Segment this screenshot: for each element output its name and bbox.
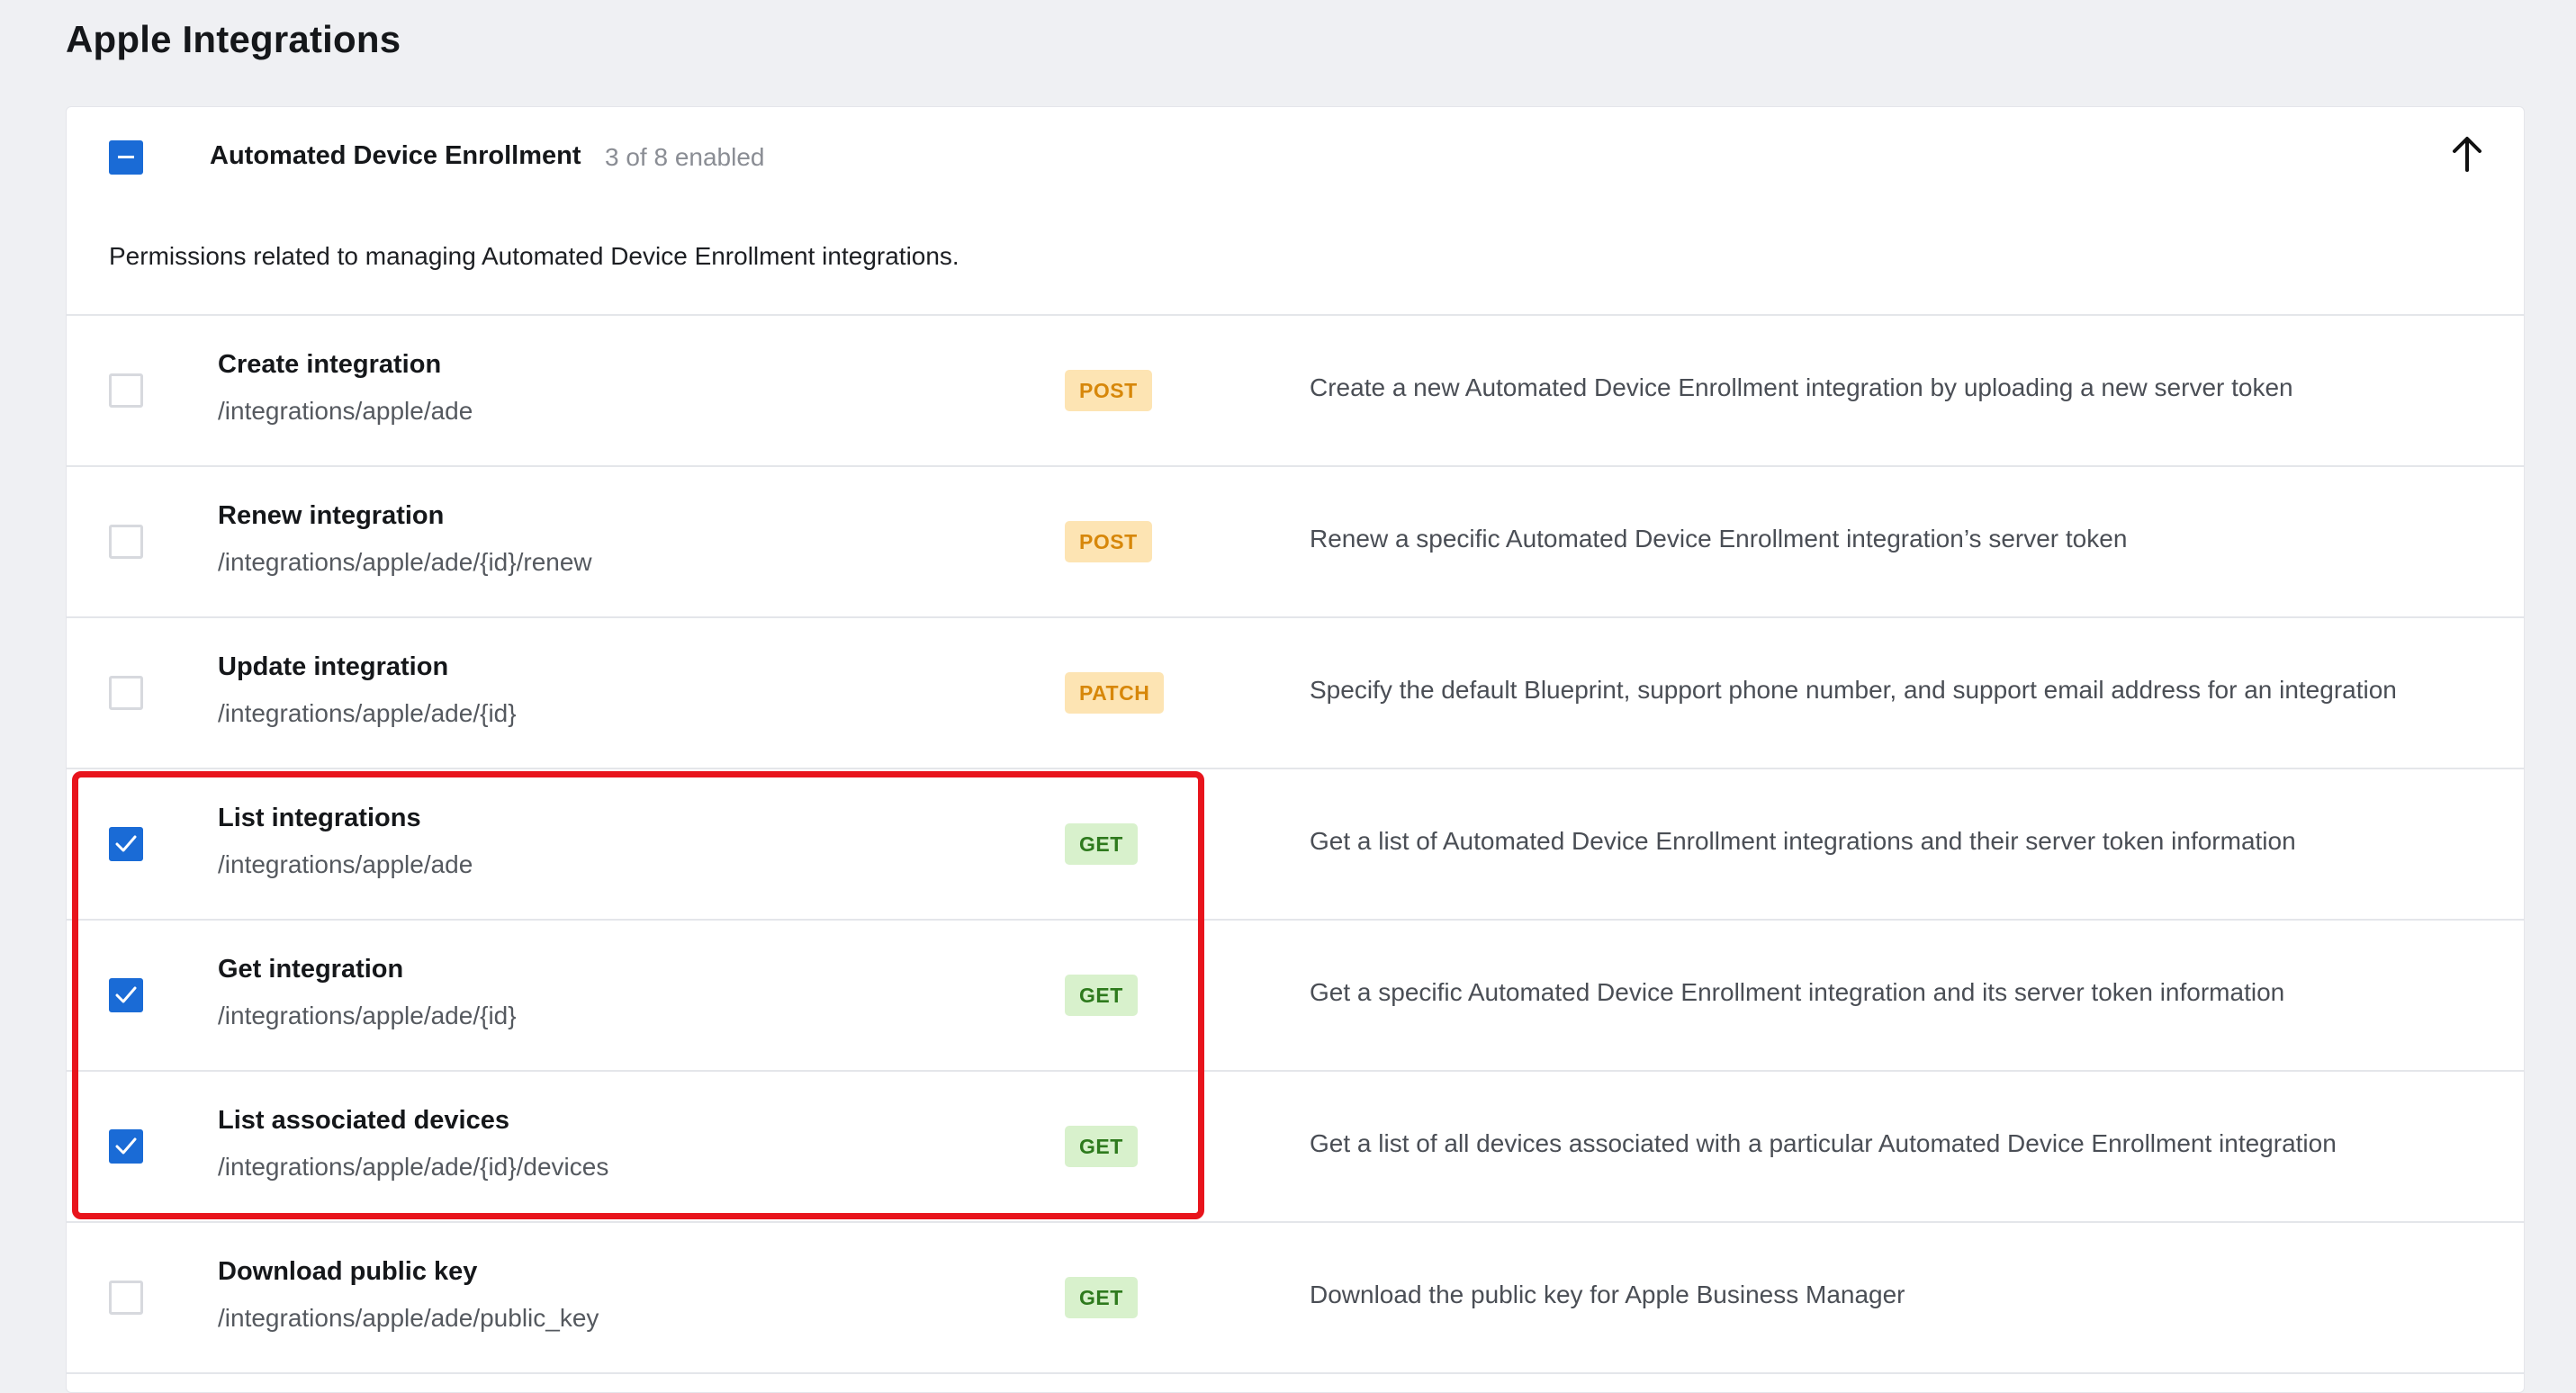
permission-endpoint-path: /integrations/apple/ade/{id} [218, 1002, 517, 1029]
permission-checkbox[interactable] [109, 676, 143, 710]
permission-name: List integrations [218, 804, 421, 832]
permission-row: Download public key/integrations/apple/a… [67, 1223, 2524, 1374]
checkmark-icon [115, 986, 137, 1003]
permission-row: Update integration/integrations/apple/ad… [67, 618, 2524, 769]
permission-row: List associated devices/integrations/app… [67, 1072, 2524, 1223]
permission-checkbox[interactable] [109, 1281, 143, 1315]
permission-checkbox[interactable] [109, 1129, 143, 1164]
permission-description: Get a list of all devices associated wit… [1310, 1129, 2337, 1157]
permission-checkbox[interactable] [109, 827, 143, 861]
group-select-all-checkbox[interactable] [109, 140, 143, 175]
permission-row: List integrations/integrations/apple/ade… [67, 769, 2524, 921]
permission-endpoint-path: /integrations/apple/ade/public_key [218, 1304, 599, 1332]
checkmark-icon [115, 1137, 137, 1155]
permission-checkbox[interactable] [109, 525, 143, 559]
checkmark-icon [115, 835, 137, 852]
permission-endpoint-path: /integrations/apple/ade/{id}/devices [218, 1153, 609, 1181]
permission-row: Renew integration/integrations/apple/ade… [67, 467, 2524, 618]
permission-description: Specify the default Blueprint, support p… [1310, 676, 2397, 704]
http-method-badge: PATCH [1065, 672, 1165, 714]
permission-row: Create integration/integrations/apple/ad… [67, 316, 2524, 467]
permission-description: Get a list of Automated Device Enrollmen… [1310, 827, 2296, 855]
group-title: Automated Device Enrollment [210, 141, 581, 170]
arrow-up-icon[interactable] [2446, 134, 2488, 175]
permission-endpoint-path: /integrations/apple/ade [218, 850, 473, 878]
permission-description: Get a specific Automated Device Enrollme… [1310, 978, 2285, 1006]
permission-name: List associated devices [218, 1106, 509, 1135]
permission-checkbox[interactable] [109, 373, 143, 408]
permission-checkbox[interactable] [109, 978, 143, 1012]
permission-description: Renew a specific Automated Device Enroll… [1310, 525, 2128, 553]
group-enabled-count: 3 of 8 enabled [605, 143, 765, 171]
http-method-badge: GET [1065, 823, 1138, 865]
permission-endpoint-path: /integrations/apple/ade/{id}/renew [218, 548, 592, 576]
permission-endpoint-path: /integrations/apple/ade/{id} [218, 699, 517, 727]
permission-description: Download the public key for Apple Busine… [1310, 1281, 1905, 1308]
permission-endpoint-path: /integrations/apple/ade [218, 397, 473, 425]
group-description: Permissions related to managing Automate… [109, 242, 959, 270]
permission-name: Download public key [218, 1257, 478, 1286]
page-title: Apple Integrations [66, 18, 401, 60]
permission-row: Get integration/integrations/apple/ade/{… [67, 921, 2524, 1072]
http-method-badge: GET [1065, 1277, 1138, 1318]
permission-group-card: Automated Device Enrollment 3 of 8 enabl… [66, 106, 2525, 1393]
http-method-badge: POST [1065, 521, 1152, 562]
http-method-badge: GET [1065, 975, 1138, 1016]
http-method-badge: POST [1065, 370, 1152, 411]
group-header: Automated Device Enrollment 3 of 8 enabl… [67, 107, 2524, 316]
permission-name: Create integration [218, 350, 442, 379]
http-method-badge: GET [1065, 1126, 1138, 1167]
permission-name: Renew integration [218, 501, 445, 530]
permission-name: Update integration [218, 652, 449, 681]
permission-description: Create a new Automated Device Enrollment… [1310, 373, 2293, 401]
permission-name: Get integration [218, 955, 404, 984]
